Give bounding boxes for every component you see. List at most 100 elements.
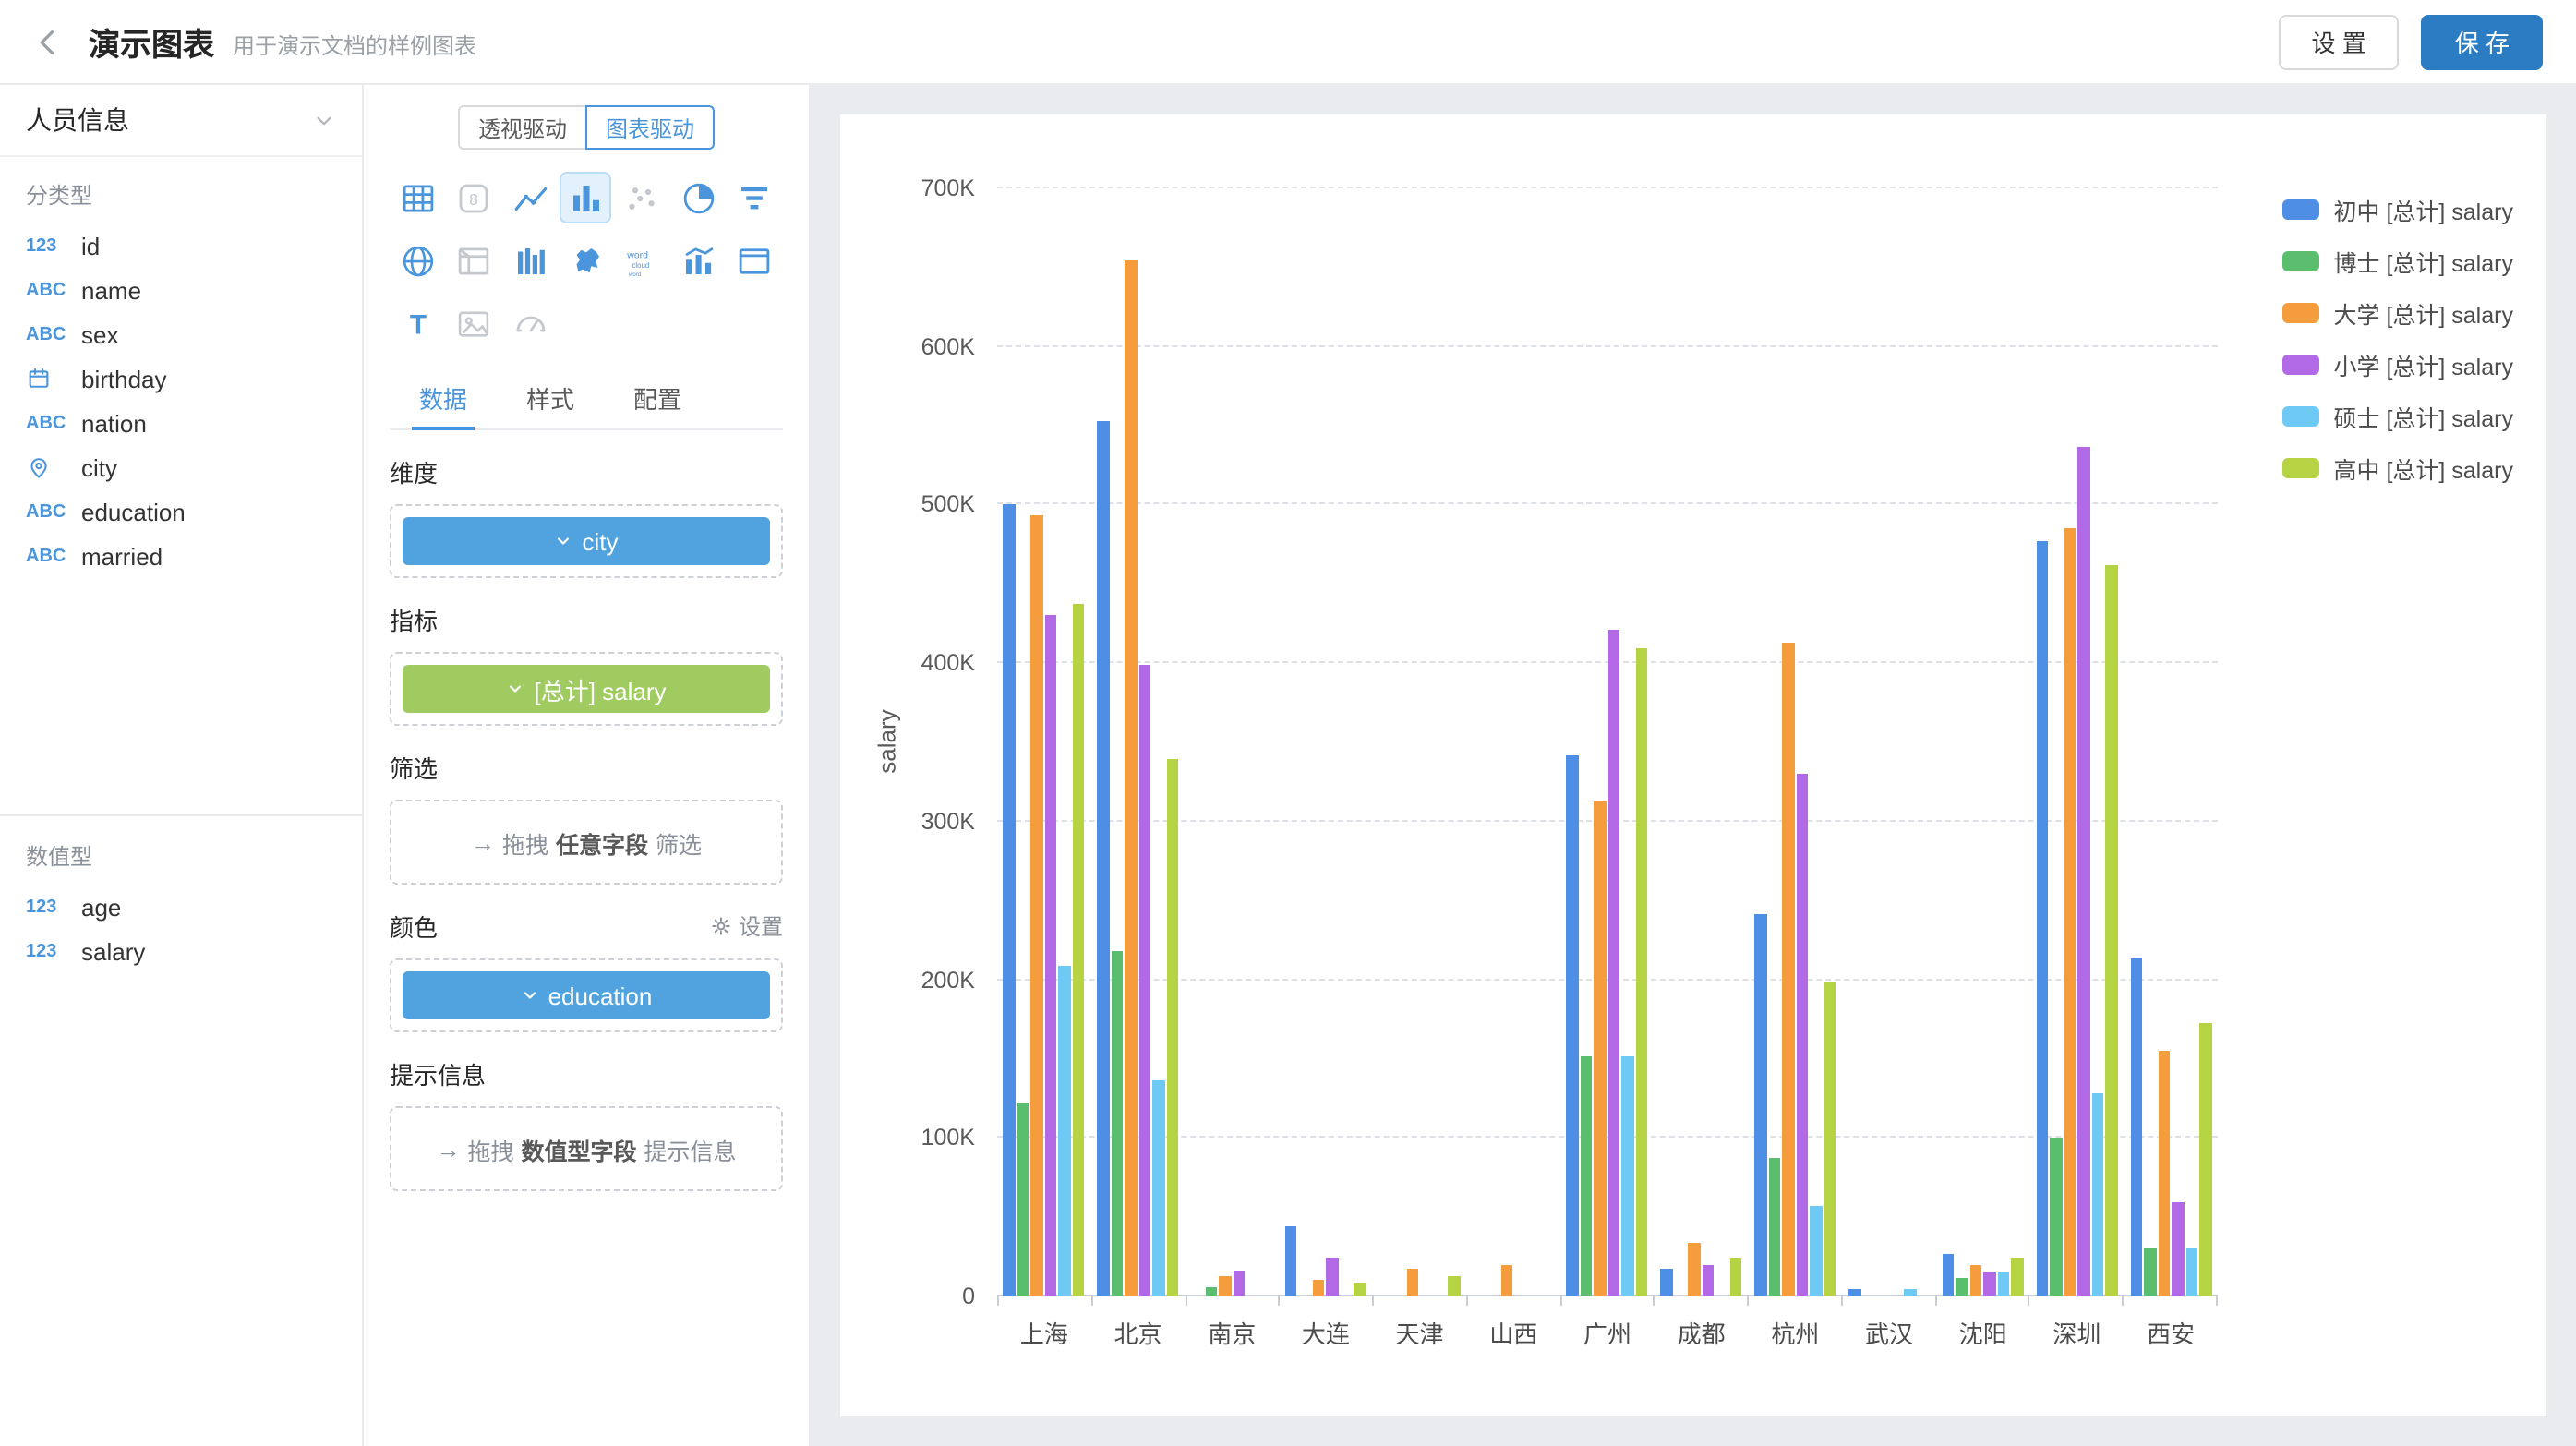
y-tick-label: 400K: [921, 650, 975, 676]
bar: [1956, 1277, 1968, 1296]
chart-editor: 演示图表 用于演示文档的样例图表 设 置 保 存 人员信息 分类型 123idA…: [0, 0, 2576, 1446]
legend-item[interactable]: 初中 [总计] salary: [2282, 192, 2514, 227]
legend-item[interactable]: 大学 [总计] salary: [2282, 295, 2514, 331]
bar: [1581, 1055, 1593, 1296]
bar: [1622, 1055, 1634, 1296]
bar: [1059, 966, 1071, 1296]
x-axis-label: 深圳: [2030, 1315, 2125, 1350]
field-name: city: [81, 453, 117, 481]
y-tick-label: 200K: [921, 967, 975, 993]
color-settings-button[interactable]: 设置: [709, 910, 783, 942]
legend-item[interactable]: 小学 [总计] salary: [2282, 347, 2514, 382]
frame-icon[interactable]: [729, 235, 781, 286]
field-education[interactable]: ABCeducation: [0, 489, 362, 534]
dataset-title: 人员信息: [26, 102, 129, 139]
calendar-type-icon: [26, 366, 81, 392]
bar: [1004, 505, 1016, 1296]
x-axis-label: 山西: [1466, 1315, 1560, 1350]
pie-chart-icon[interactable]: [673, 172, 725, 223]
dimension-dropbox[interactable]: city: [390, 504, 783, 578]
bar: [2199, 1022, 2211, 1296]
x-axis-label: 成都: [1655, 1315, 1749, 1350]
field-birthday[interactable]: birthday: [0, 356, 362, 401]
china-map-icon[interactable]: [560, 235, 612, 286]
field-married[interactable]: ABCmarried: [0, 534, 362, 578]
image-icon[interactable]: [448, 297, 500, 349]
save-button[interactable]: 保 存: [2422, 14, 2543, 69]
field-nation[interactable]: ABCnation: [0, 401, 362, 445]
chevron-down-icon: [506, 680, 524, 698]
pivot-table-icon[interactable]: [448, 235, 500, 286]
color-section: 颜色 设置 education: [390, 909, 783, 1032]
combo-chart-icon[interactable]: [673, 235, 725, 286]
tab-data[interactable]: 数据: [390, 366, 497, 428]
field-name: name: [81, 276, 141, 304]
funnel-icon[interactable]: [729, 172, 781, 223]
tooltip-dropzone[interactable]: → 拖拽数值型字段提示信息: [390, 1106, 783, 1191]
metric-dropbox[interactable]: [总计] salary: [390, 652, 783, 726]
field-sex[interactable]: ABCsex: [0, 312, 362, 356]
tab-pivot-driven[interactable]: 透视驱动: [458, 105, 587, 150]
field-list-numeric: 123age123salary: [0, 885, 362, 973]
globe-icon[interactable]: [391, 235, 443, 286]
field-age[interactable]: 123age: [0, 885, 362, 929]
text-icon[interactable]: T: [391, 297, 443, 349]
legend-swatch: [2282, 458, 2319, 478]
field-salary[interactable]: 123salary: [0, 929, 362, 973]
y-tick-label: 0: [962, 1283, 975, 1309]
table-icon[interactable]: [391, 172, 443, 223]
arrow-right-icon: →: [436, 1135, 460, 1163]
numeric-type-icon: 123: [26, 941, 81, 961]
color-dropbox[interactable]: education: [390, 958, 783, 1032]
color-pill[interactable]: education: [403, 971, 770, 1019]
chart-type-grid: 8 wordcloudword T: [390, 172, 783, 349]
location-type-icon: [26, 454, 81, 480]
bar: [1139, 665, 1151, 1296]
dataset-selector[interactable]: 人员信息: [0, 85, 362, 157]
section-label-categorical: 分类型: [0, 157, 362, 223]
legend-label: 高中 [总计] salary: [2334, 451, 2514, 486]
metric-pill[interactable]: [总计] salary: [403, 665, 770, 713]
bar: [1233, 1271, 1245, 1296]
legend-item[interactable]: 硕士 [总计] salary: [2282, 399, 2514, 434]
bar: [2185, 1249, 2197, 1296]
bar: [1219, 1276, 1231, 1296]
tab-style[interactable]: 样式: [497, 366, 604, 428]
dimension-pill[interactable]: city: [403, 517, 770, 565]
legend-label: 大学 [总计] salary: [2334, 295, 2514, 331]
x-tick: [2030, 1296, 2125, 1306]
bar: [1689, 1243, 1701, 1296]
field-name: education: [81, 498, 186, 525]
field-sidebar: 人员信息 分类型 123idABCnameABCsexbirthdayABCna…: [0, 85, 364, 1446]
legend-item[interactable]: 高中 [总计] salary: [2282, 451, 2514, 486]
scatter-icon[interactable]: [617, 172, 668, 223]
number-8-icon[interactable]: 8: [448, 172, 500, 223]
bar-chart-icon[interactable]: [560, 172, 612, 223]
bar: [2012, 1257, 2024, 1296]
tab-config[interactable]: 配置: [604, 366, 711, 428]
legend-item[interactable]: 博士 [总计] salary: [2282, 244, 2514, 279]
bar: [2091, 1094, 2103, 1296]
tab-chart-driven[interactable]: 图表驱动: [585, 105, 715, 150]
back-button[interactable]: [22, 16, 74, 67]
x-axis-label: 沈阳: [1936, 1315, 2030, 1350]
filter-dropzone[interactable]: → 拖拽任意字段筛选: [390, 800, 783, 885]
word-cloud-icon[interactable]: wordcloudword: [617, 235, 668, 286]
field-name[interactable]: ABCname: [0, 268, 362, 312]
line-chart-icon[interactable]: [504, 172, 556, 223]
bar: [1407, 1270, 1419, 1296]
bar: [2036, 541, 2048, 1296]
histogram-icon[interactable]: [504, 235, 556, 286]
settings-button[interactable]: 设 置: [2279, 14, 2400, 69]
field-id[interactable]: 123id: [0, 223, 362, 268]
chevron-down-icon: [521, 986, 539, 1005]
filter-section: 筛选 → 拖拽任意字段筛选: [390, 750, 783, 885]
metric-section: 指标 [总计] salary: [390, 602, 783, 726]
bar-group-成都: [1655, 188, 1749, 1296]
gauge-icon[interactable]: [504, 297, 556, 349]
legend-swatch: [2282, 251, 2319, 271]
chevron-down-icon: [555, 532, 573, 550]
field-city[interactable]: city: [0, 445, 362, 489]
bar: [1730, 1259, 1742, 1296]
bar: [1500, 1265, 1512, 1296]
